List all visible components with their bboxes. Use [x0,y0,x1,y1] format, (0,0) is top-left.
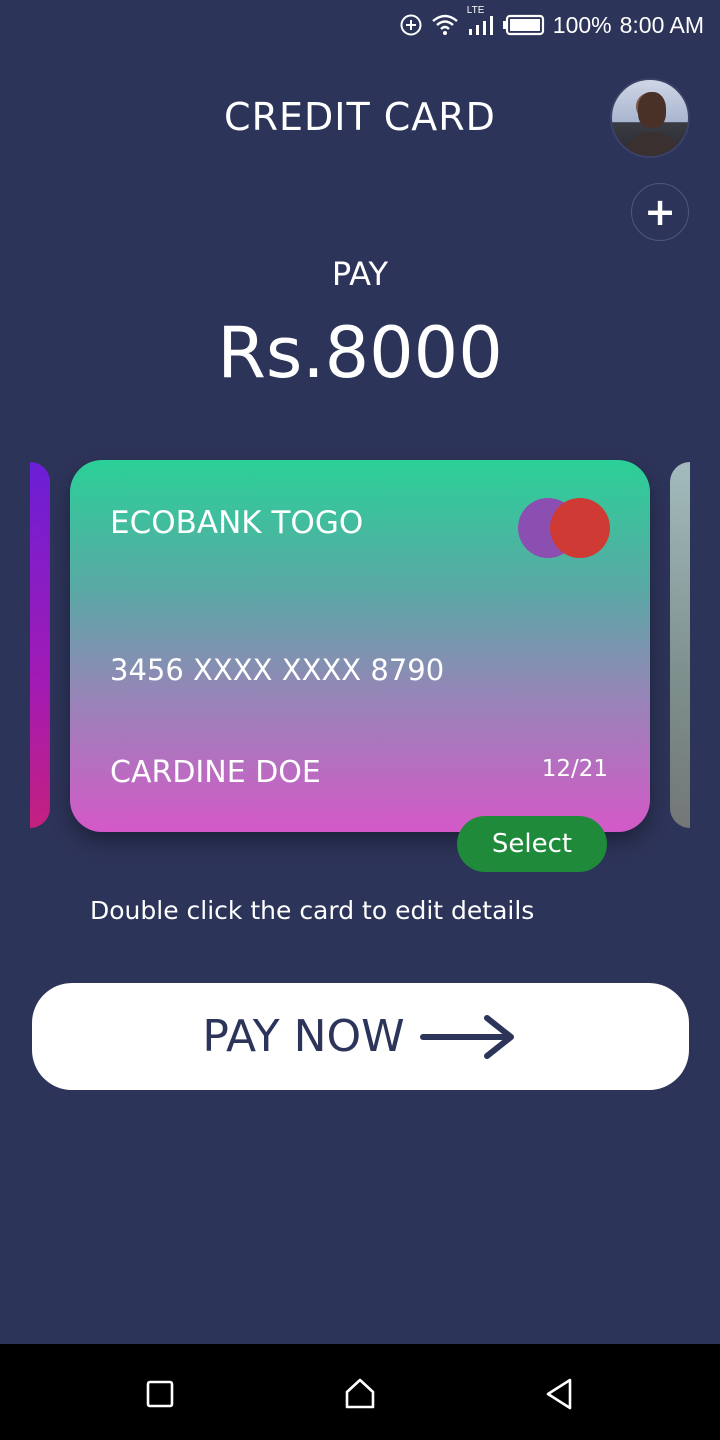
select-card-button[interactable]: Select [457,816,607,872]
card-bank-name: ECOBANK TOGO [110,505,364,541]
pay-amount: Rs.8000 [217,312,503,394]
battery-percent: 100% [552,11,612,38]
signal-icon: LTE [467,5,495,37]
credit-card[interactable]: ECOBANK TOGO 3456 XXXX XXXX 8790 CARDINE… [70,460,650,832]
clock: 8:00 AM [619,11,704,38]
pay-now-button[interactable]: PAY NOW [32,983,689,1090]
pay-now-label: PAY NOW [202,1011,405,1062]
back-icon[interactable] [540,1374,580,1414]
pay-label: PAY [331,255,389,293]
card-expiry: 12/21 [541,756,608,782]
avatar-face [638,92,666,128]
network-type: LTE [466,5,485,16]
status-bar: LTE 100% 8:00 AM [0,0,720,50]
wifi-icon [431,13,459,37]
next-card[interactable] [670,462,690,828]
recents-icon[interactable] [140,1374,180,1414]
logo-circle-right [550,498,610,558]
avatar-body [622,132,682,156]
mastercard-logo-icon [516,498,612,560]
arrow-right-icon [419,1012,519,1062]
card-number: 3456 XXXX XXXX 8790 [110,653,445,687]
card-holder-name: CARDINE DOE [110,755,321,790]
avatar[interactable] [610,78,690,158]
plus-icon: + [644,190,676,234]
system-nav-bar [0,1344,720,1440]
battery-icon [502,14,545,36]
home-icon[interactable] [340,1374,380,1414]
add-card-button[interactable]: + [631,183,689,241]
previous-card[interactable] [30,462,50,828]
edit-hint: Double click the card to edit details [90,896,535,925]
data-saver-icon [399,13,423,37]
